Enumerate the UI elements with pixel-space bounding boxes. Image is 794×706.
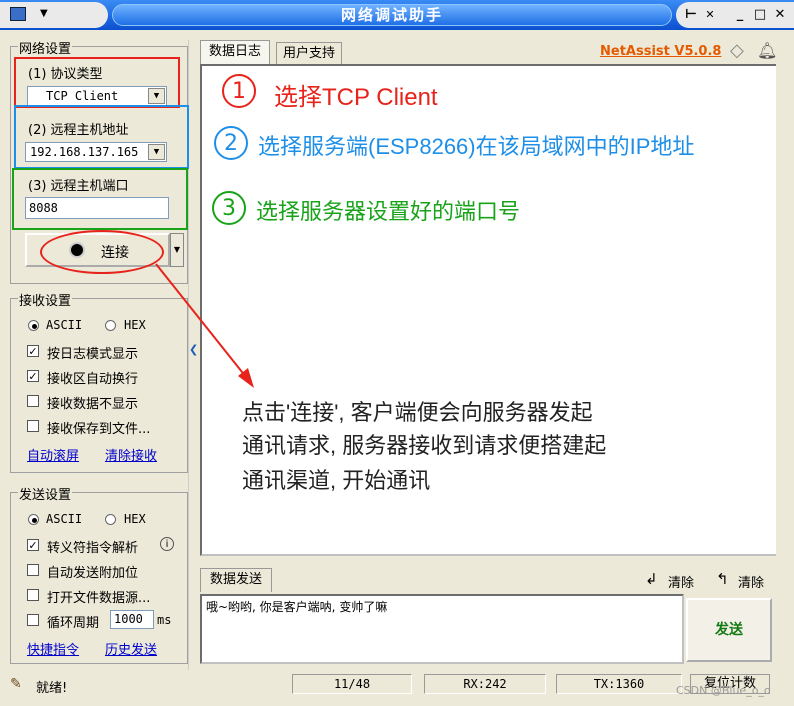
step1-marker: 1 — [222, 74, 256, 108]
send-hex-label: HEX — [124, 512, 146, 526]
save-to-file-label: 接收保存到文件... — [47, 422, 151, 437]
clear-receive-link[interactable]: 清除接收 — [105, 445, 157, 464]
status-ready: 就绪! — [36, 681, 68, 696]
status-tx: TX:1360 — [556, 674, 682, 694]
receive-hex-label: HEX — [124, 318, 146, 332]
watermark: CSDN @Blue_o_o — [676, 684, 771, 697]
step1-text: 选择TCP Client — [274, 84, 438, 111]
file-source-label: 打开文件数据源... — [47, 591, 151, 606]
clear-send-button-2[interactable]: 清除 — [738, 572, 764, 591]
receive-hex-radio[interactable] — [105, 320, 116, 331]
step2-text: 选择服务端(ESP8266)在该局域网中的IP地址 — [258, 134, 695, 159]
file-source-checkbox[interactable] — [27, 589, 39, 601]
log-mode-label: 按日志模式显示 — [47, 347, 139, 362]
cycle-unit: ms — [157, 613, 172, 627]
auto-wrap-checkbox[interactable]: ✓ — [27, 370, 39, 382]
auto-wrap-label: 接收区自动换行 — [47, 372, 139, 387]
cycle-checkbox[interactable] — [27, 614, 39, 626]
auto-append-label: 自动发送附加位 — [47, 566, 139, 581]
history-link[interactable]: 历史发送 — [105, 639, 157, 658]
network-settings-label: 网络设置 — [18, 38, 73, 57]
receive-ascii-label: ASCII — [46, 318, 83, 332]
brand-label[interactable]: NetAssist V5.0.8 — [600, 44, 721, 59]
send-text: 哦~哟哟, 你是客户端呐, 变帅了嘛 — [206, 600, 388, 614]
info-icon[interactable]: i — [160, 537, 174, 551]
escape-parse-label: 转义符指令解析 — [47, 541, 139, 556]
maximize-button[interactable]: □ — [750, 2, 770, 28]
send-ascii-label: ASCII — [46, 512, 83, 526]
note-line-3: 通讯渠道, 开始通讯 — [242, 468, 431, 493]
close-small-icon[interactable]: ✕ — [700, 2, 720, 28]
window-title: 网络调试助手 — [112, 4, 672, 26]
step3-marker: 3 — [212, 191, 246, 225]
escape-parse-checkbox[interactable]: ✓ — [27, 539, 39, 551]
status-count: 11/48 — [292, 674, 412, 694]
note-line-2: 通讯请求, 服务器接收到请求便搭建起 — [242, 433, 607, 458]
chevron-down-icon[interactable]: ▼ — [40, 8, 48, 19]
minimize-button[interactable]: _ — [730, 2, 750, 28]
send-button[interactable]: 发送 — [686, 598, 772, 662]
tab-user-support[interactable]: 用户支持 — [276, 42, 342, 64]
hide-data-label: 接收数据不显示 — [47, 397, 139, 412]
receive-ascii-radio[interactable] — [28, 320, 39, 331]
cycle-input[interactable]: 1000 — [110, 610, 154, 629]
log-mode-checkbox[interactable]: ✓ — [27, 345, 39, 357]
save-to-file-checkbox[interactable] — [27, 420, 39, 432]
status-rx: RX:242 — [424, 674, 546, 694]
send-input[interactable]: 哦~哟哟, 你是客户端呐, 变帅了嘛 — [200, 594, 684, 664]
tab-data-send[interactable]: 数据发送 — [200, 568, 272, 592]
step2-marker: 2 — [214, 126, 248, 160]
hide-data-checkbox[interactable] — [27, 395, 39, 407]
note-line-1: 点击'连接', 客户端便会向服务器发起 — [242, 400, 593, 425]
cycle-label: 循环周期 — [47, 616, 100, 631]
send-ascii-radio[interactable] — [28, 514, 39, 525]
send-settings-label: 发送设置 — [18, 484, 73, 503]
auto-append-checkbox[interactable] — [27, 564, 39, 576]
clear-send-button-1[interactable]: 清除 — [668, 572, 694, 591]
annotation-box-port — [12, 168, 188, 230]
annotation-box-protocol — [14, 57, 180, 108]
shortcuts-link[interactable]: 快捷指令 — [27, 639, 79, 658]
annotation-ellipse-connect — [40, 230, 164, 274]
clear-up-icon[interactable]: ↰ — [716, 570, 729, 588]
window-controls: ⊢ ✕ _ □ ✕ — [676, 2, 794, 28]
receive-scrollbar[interactable] — [776, 64, 788, 556]
diamond-icon[interactable]: ◇ — [730, 40, 744, 61]
send-button-label: 发送 — [715, 622, 743, 638]
close-button[interactable]: ✕ — [770, 2, 790, 28]
ready-icon: ✎ — [10, 676, 22, 692]
auto-scroll-link[interactable]: 自动滚屏 — [27, 445, 79, 464]
app-icon — [10, 7, 26, 21]
send-hex-radio[interactable] — [105, 514, 116, 525]
tab-data-log[interactable]: 数据日志 — [200, 40, 270, 64]
annotation-box-host — [14, 105, 189, 169]
clear-down-icon[interactable]: ↲ — [645, 570, 658, 588]
system-menu[interactable]: ▼ — [0, 2, 108, 28]
bell-icon[interactable]: 🔔︎ — [757, 41, 777, 60]
pin-icon[interactable]: ⊢ — [680, 2, 702, 28]
receive-settings-label: 接收设置 — [18, 290, 73, 309]
annotation-arrow — [155, 263, 254, 388]
step3-text: 选择服务器设置好的端口号 — [256, 199, 521, 224]
